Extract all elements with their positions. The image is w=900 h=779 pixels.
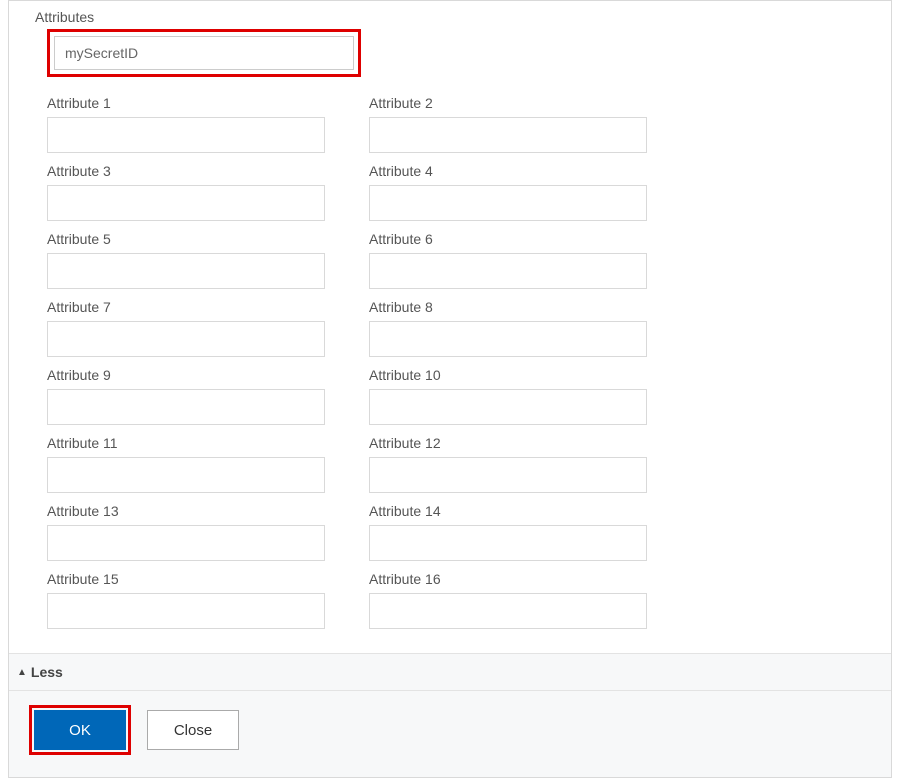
attribute-cell: Attribute 15 [47, 571, 325, 629]
attribute-cell: Attribute 14 [369, 503, 647, 561]
masked-value: mySecretID [54, 36, 354, 70]
attribute-input[interactable] [369, 321, 647, 357]
ok-button-highlight: OK [29, 705, 131, 755]
attribute-cell: Attribute 2 [369, 95, 647, 153]
attribute-input[interactable] [47, 389, 325, 425]
attribute-input[interactable] [47, 253, 325, 289]
ok-button[interactable]: OK [34, 710, 126, 750]
section-title: Attributes [9, 1, 891, 29]
attribute-cell: Attribute 6 [369, 231, 647, 289]
attribute-cell: Attribute 12 [369, 435, 647, 493]
attribute-label: Attribute 12 [369, 435, 647, 451]
attribute-cell: Attribute 3 [47, 163, 325, 221]
attribute-label: Attribute 3 [47, 163, 325, 179]
attribute-input[interactable] [369, 525, 647, 561]
attribute-input[interactable] [47, 321, 325, 357]
attribute-cell: Attribute 1 [47, 95, 325, 153]
attribute-input[interactable] [369, 253, 647, 289]
attribute-label: Attribute 2 [369, 95, 647, 111]
triangle-up-icon: ▲ [17, 667, 27, 678]
attribute-label: Attribute 7 [47, 299, 325, 315]
attribute-input[interactable] [369, 593, 647, 629]
attribute-label: Attribute 4 [369, 163, 647, 179]
attributes-panel: Attributes mySecretID Attribute 1Attribu… [8, 0, 892, 778]
attribute-label: Attribute 10 [369, 367, 647, 383]
attribute-label: Attribute 5 [47, 231, 325, 247]
attribute-input[interactable] [47, 117, 325, 153]
attribute-input[interactable] [47, 185, 325, 221]
attribute-cell: Attribute 7 [47, 299, 325, 357]
attribute-input[interactable] [47, 593, 325, 629]
attribute-cell: Attribute 4 [369, 163, 647, 221]
attribute-input[interactable] [369, 117, 647, 153]
attribute-cell: Attribute 16 [369, 571, 647, 629]
attribute-input[interactable] [369, 185, 647, 221]
attribute-input[interactable] [47, 525, 325, 561]
attribute-label: Attribute 9 [47, 367, 325, 383]
attribute-cell: Attribute 8 [369, 299, 647, 357]
masked-value-highlight: mySecretID [47, 29, 361, 77]
attribute-label: Attribute 8 [369, 299, 647, 315]
close-button[interactable]: Close [147, 710, 239, 750]
attributes-grid: Attribute 1 Attribute 2 Attribute 3 Attribu… [9, 87, 891, 653]
dialog-footer: OK Close [9, 691, 891, 777]
attribute-label: Attribute 11 [47, 435, 325, 451]
attribute-input[interactable] [369, 389, 647, 425]
attribute-cell: Attribute 11 [47, 435, 325, 493]
attribute-input[interactable] [47, 457, 325, 493]
attribute-label: Attribute 1 [47, 95, 325, 111]
toggle-less-bar[interactable]: ▲ Less [9, 653, 891, 691]
attribute-label: Attribute 14 [369, 503, 647, 519]
attribute-cell: Attribute 9 [47, 367, 325, 425]
attribute-input[interactable] [369, 457, 647, 493]
attribute-label: Attribute 16 [369, 571, 647, 587]
attribute-cell: Attribute 13 [47, 503, 325, 561]
attribute-label: Attribute 6 [369, 231, 647, 247]
attribute-label: Attribute 13 [47, 503, 325, 519]
attribute-label: Attribute 15 [47, 571, 325, 587]
attribute-cell: Attribute 5 [47, 231, 325, 289]
attribute-cell: Attribute 10 [369, 367, 647, 425]
toggle-label: Less [31, 664, 63, 680]
